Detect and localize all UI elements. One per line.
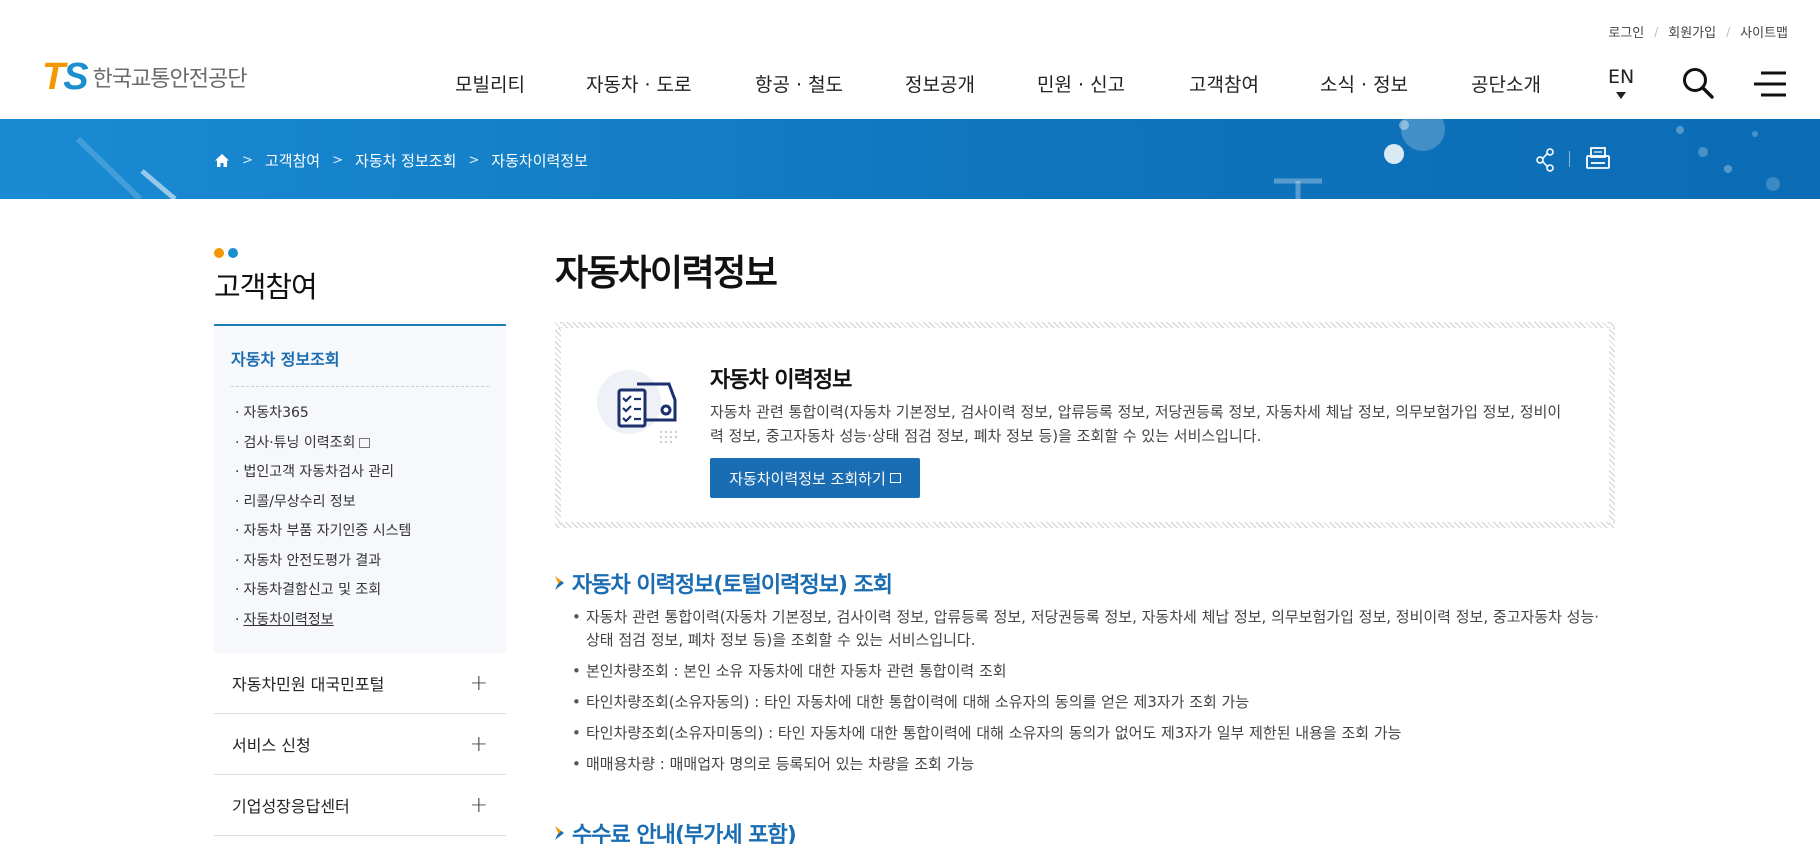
lnb-item-defect-report[interactable]: · 자동차결함신고 및 조회: [231, 580, 489, 610]
all-menu-button[interactable]: [1753, 70, 1787, 98]
list-item: 매매용차량 : 매매업자 명의로 등록되어 있는 차량을 조회 가능: [572, 753, 1612, 776]
gnb-item-mobility[interactable]: 모빌리티: [455, 70, 525, 97]
home-icon[interactable]: [214, 153, 230, 168]
hamburger-icon: [1754, 71, 1786, 97]
gnb-item-participation[interactable]: 고객참여: [1189, 70, 1259, 97]
share-button[interactable]: [1535, 147, 1555, 173]
lnb-group-civil-portal[interactable]: 자동차민원 대국민포털 +: [214, 653, 506, 714]
title-dots: [214, 248, 242, 258]
page-title: 자동차이력정보: [555, 253, 778, 294]
gnb-item-about[interactable]: 공단소개: [1471, 70, 1541, 97]
breadcrumb: > 고객참여 > 자동차 정보조회 > 자동차이력정보: [214, 150, 588, 171]
lnb-item-safety-rating[interactable]: · 자동차 안전도평가 결과: [231, 551, 489, 581]
section-title: 수수료 안내(부가세 포함): [555, 817, 797, 844]
lnb-group-active: 자동차 정보조회 · 자동차365 · 검사·튜닝 이력조회 · 법인고객 자동차검사…: [214, 326, 506, 653]
breadcrumb-current[interactable]: 자동차이력정보: [491, 150, 588, 171]
section-title: 자동차 이력정보(토털이력정보) 조회: [555, 567, 893, 599]
divider: [1569, 151, 1570, 167]
blue-dot: [228, 248, 238, 258]
site-logo[interactable]: TS 한국교통안전공단: [42, 58, 247, 96]
signup-link[interactable]: 회원가입: [1668, 22, 1716, 41]
site-header: 로그인 / 회원가입 / 사이트맵 TS 한국교통안전공단 모빌리티 자동차 ·…: [0, 0, 1820, 119]
box-description: 자동차 관련 통합이력(자동차 기본정보, 검사이력 정보, 압류등록 정보, …: [710, 403, 1562, 445]
new-window-icon: [359, 437, 371, 448]
search-button[interactable]: [1681, 66, 1715, 100]
divider: /: [1726, 24, 1731, 39]
lnb-group-business-center[interactable]: 기업성장응답센터 +: [214, 775, 506, 836]
chevron-right-icon: >: [468, 153, 480, 168]
list-item: 타인차량조회(소유자동의) : 타인 자동차에 대한 통합이력에 대해 소유자의…: [572, 691, 1612, 714]
language-selector[interactable]: EN: [1608, 66, 1634, 99]
plus-icon: +: [469, 731, 488, 757]
lnb-item-car-history[interactable]: · 자동차이력정보: [231, 610, 489, 640]
box-title: 자동차 이력정보: [710, 368, 852, 393]
gnb-item-news[interactable]: 소식 · 정보: [1320, 70, 1408, 97]
lnb-group-label: 서비스 신청: [232, 736, 311, 755]
lnb-item-car365[interactable]: · 자동차365: [231, 403, 489, 433]
chevron-right-icon: >: [332, 153, 344, 168]
side-navigation: 자동차 정보조회 · 자동차365 · 검사·튜닝 이력조회 · 법인고객 자동차검사…: [214, 324, 506, 836]
lnb-group-label: 자동차민원 대국민포털: [232, 675, 385, 694]
sitemap-link[interactable]: 사이트맵: [1740, 22, 1788, 41]
divider: /: [1654, 24, 1659, 39]
lnb-item-parts-certification[interactable]: · 자동차 부품 자기인증 시스템: [231, 521, 489, 551]
plus-icon: +: [469, 792, 488, 818]
login-link[interactable]: 로그인: [1608, 22, 1644, 41]
search-icon: [1683, 68, 1714, 99]
new-window-icon: [889, 473, 901, 483]
lnb-group-label: 기업성장응답센터: [232, 797, 350, 816]
lnb-submenu: · 자동차365 · 검사·튜닝 이력조회 · 법인고객 자동차검사 관리 · 리콜/무…: [231, 387, 489, 639]
car-history-lookup-button[interactable]: 자동차이력정보 조회하기: [710, 458, 920, 498]
chevron-right-icon: >: [242, 153, 253, 168]
lnb-group-title[interactable]: 자동차 정보조회: [231, 346, 489, 387]
gnb-item-public-info[interactable]: 정보공개: [905, 70, 975, 97]
list-item: 타인차량조회(소유자미동의) : 타인 자동차에 대한 통합이력에 대해 소유자…: [572, 722, 1612, 745]
service-intro-inner: 자동차 이력정보 자동차 관련 통합이력(자동차 기본정보, 검사이력 정보, …: [561, 328, 1609, 522]
orange-dot: [214, 248, 224, 258]
chevron-right-icon: [555, 826, 564, 840]
logo-mark: TS: [42, 56, 89, 98]
caret-down-icon: [1616, 92, 1627, 99]
gnb-item-air-rail[interactable]: 항공 · 철도: [755, 70, 843, 97]
language-label: EN: [1608, 66, 1635, 88]
car-checklist-icon: [597, 370, 678, 444]
utility-links: 로그인 / 회원가입 / 사이트맵: [1608, 22, 1788, 42]
lnb-item-inspection-history[interactable]: · 검사·튜닝 이력조회: [231, 433, 489, 463]
lnb-item-recall[interactable]: · 리콜/무상수리 정보: [231, 492, 489, 522]
printer-icon: [1586, 147, 1610, 169]
print-button[interactable]: [1585, 146, 1611, 172]
breadcrumb-item[interactable]: 자동차 정보조회: [355, 150, 456, 171]
breadcrumb-item[interactable]: 고객참여: [265, 150, 320, 171]
share-icon: [1536, 148, 1554, 172]
section-bullet-list: 자동차 관련 통합이력(자동차 기본정보, 검사이력 정보, 압류등록 정보, …: [572, 606, 1612, 784]
lnb-title: 고객참여: [214, 270, 318, 304]
chevron-right-icon: [555, 576, 564, 590]
lnb-group-service-request[interactable]: 서비스 신청 +: [214, 714, 506, 775]
gnb-item-car-road[interactable]: 자동차 · 도로: [586, 70, 692, 97]
service-intro-box: 자동차 이력정보 자동차 관련 통합이력(자동차 기본정보, 검사이력 정보, …: [555, 322, 1615, 528]
list-item: 본인차량조회 : 본인 소유 자동차에 대한 자동차 관련 통합이력 조회: [572, 660, 1612, 683]
plus-icon: +: [469, 670, 488, 696]
gnb-item-complaints[interactable]: 민원 · 신고: [1037, 70, 1125, 97]
list-item: 자동차 관련 통합이력(자동차 기본정보, 검사이력 정보, 압류등록 정보, …: [572, 606, 1612, 652]
lnb-item-corporate-inspection[interactable]: · 법인고객 자동차검사 관리: [231, 462, 489, 492]
logo-name: 한국교통안전공단: [92, 67, 248, 92]
